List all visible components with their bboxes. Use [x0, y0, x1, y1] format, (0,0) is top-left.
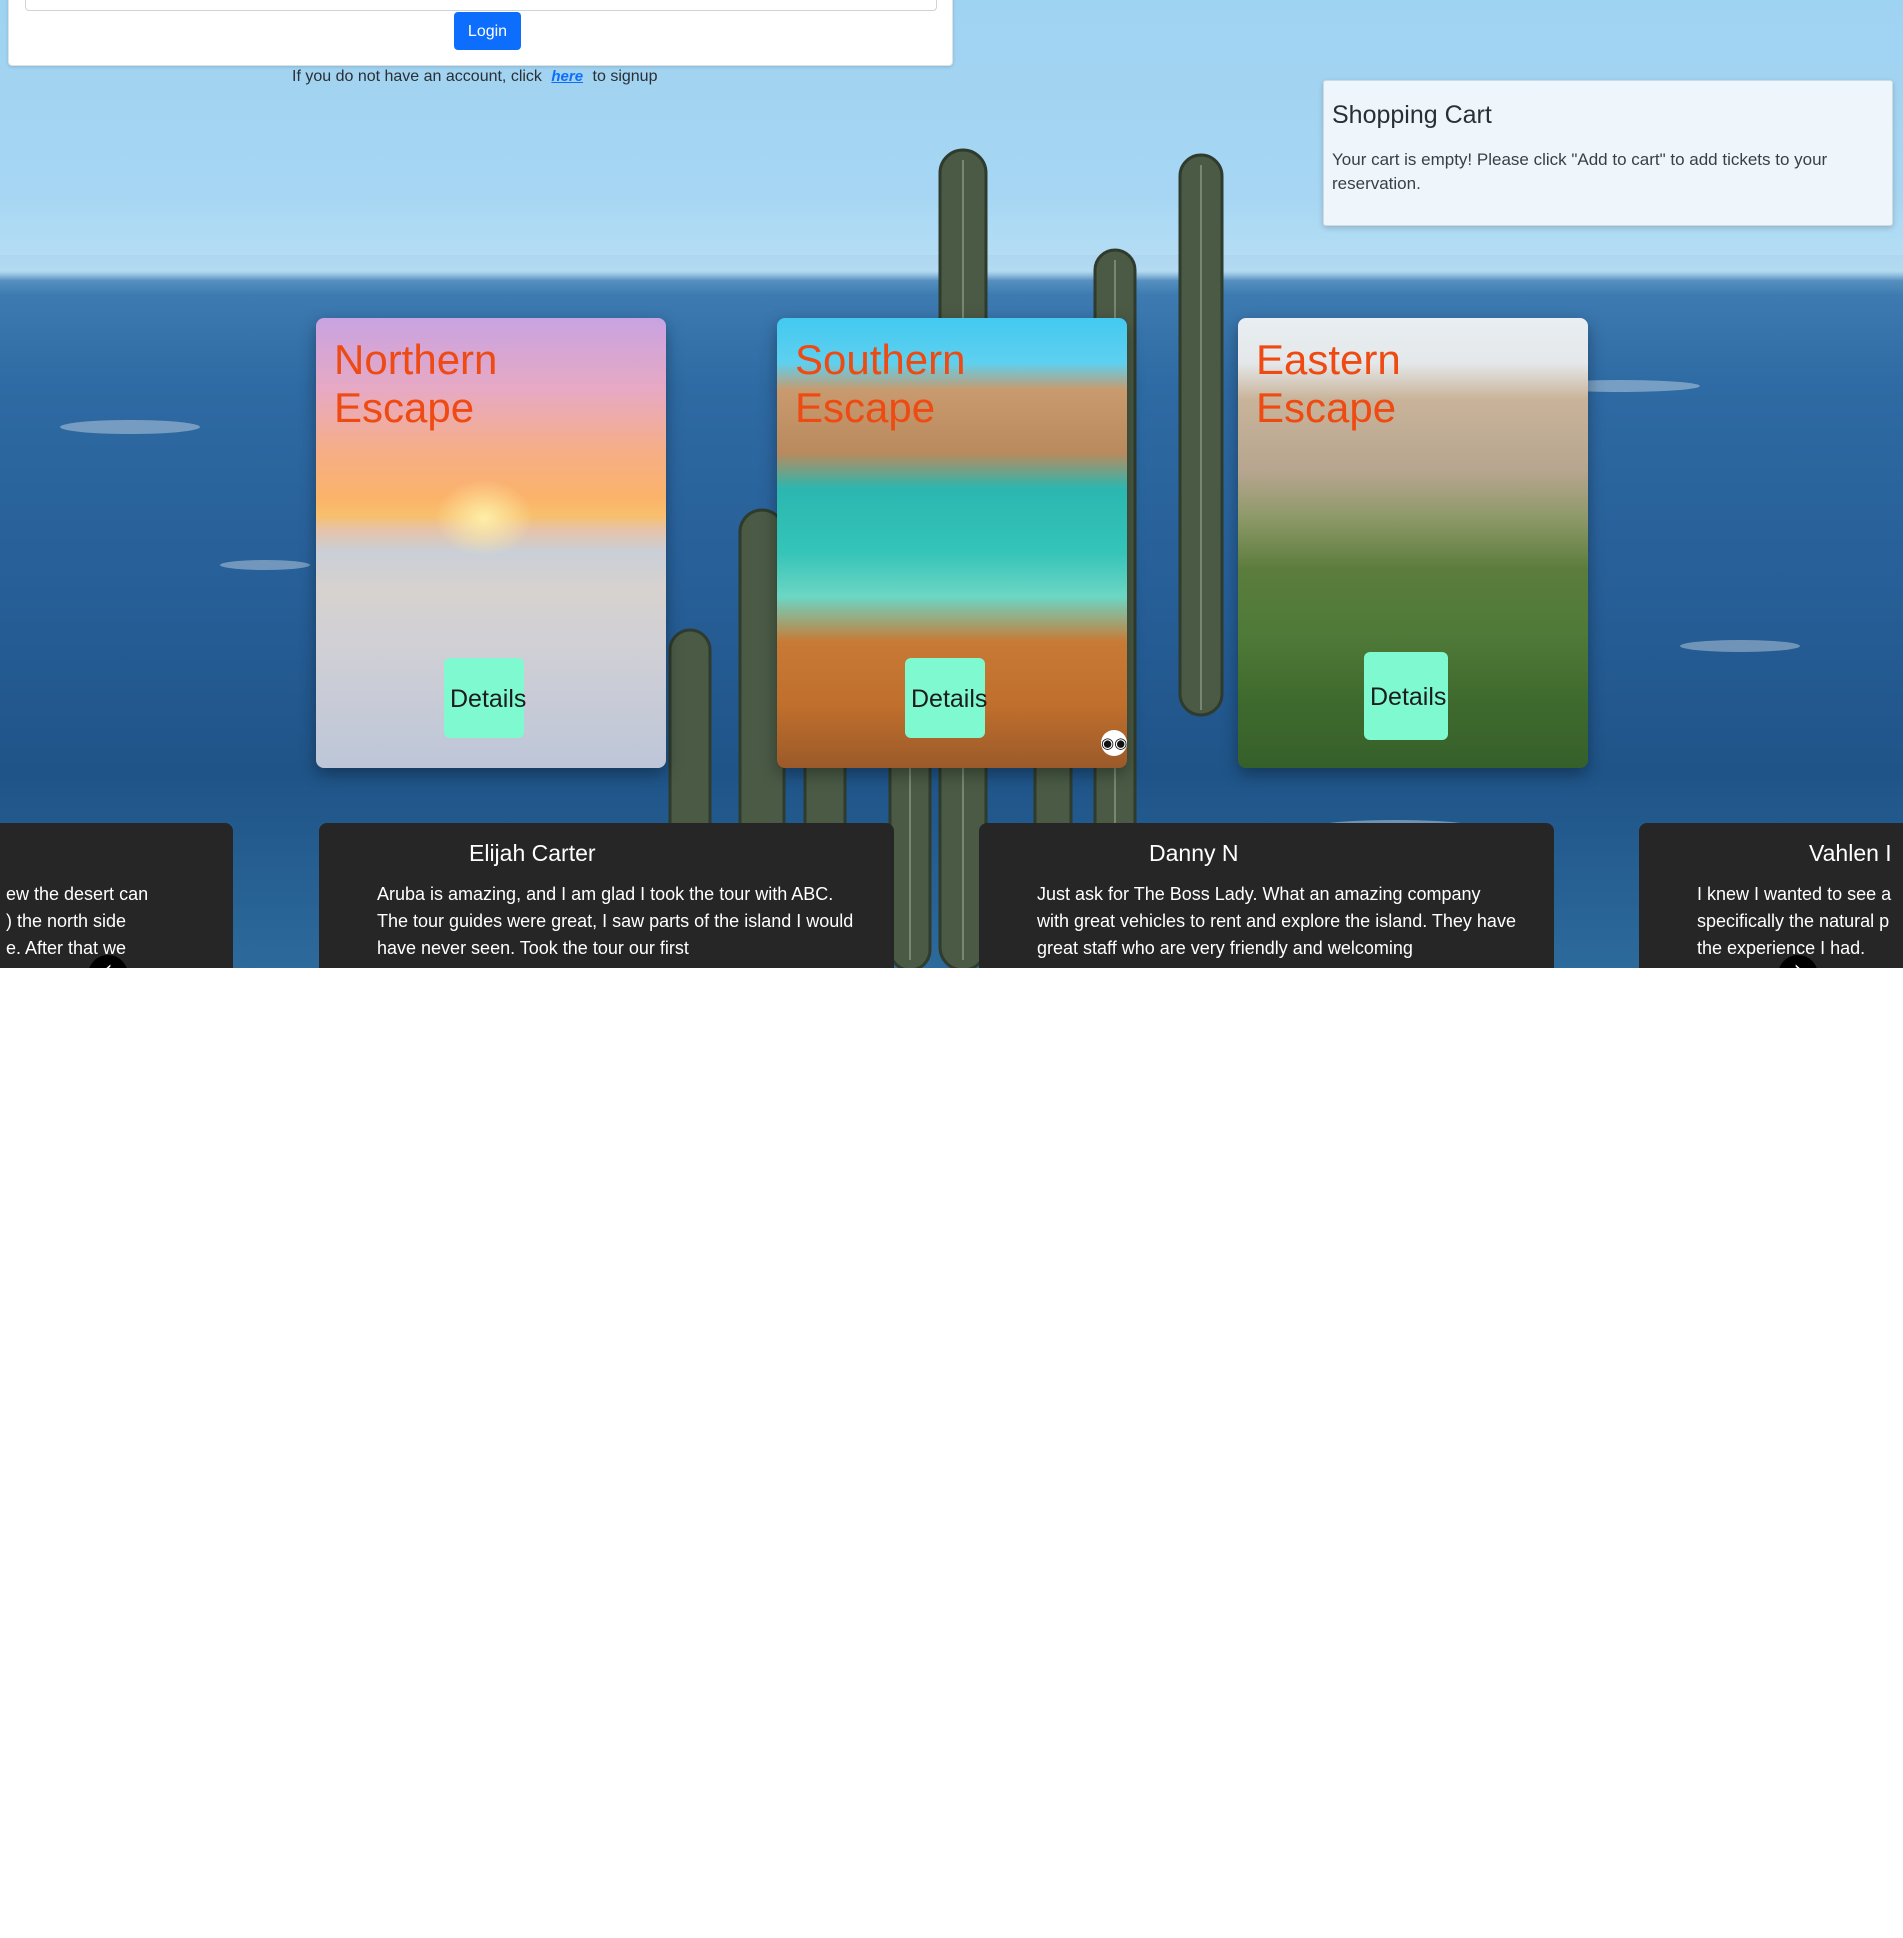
details-button[interactable]: Details [1364, 652, 1448, 740]
cart-title: Shopping Cart [1332, 101, 1492, 129]
review-text: ew the desert can ) the north side e. Af… [6, 884, 149, 958]
review-card: Vahlen I I knew I wanted to see a specif… [1639, 823, 1903, 968]
shopping-cart-panel: Shopping Cart Your cart is empty! Please… [1323, 80, 1893, 226]
reviewer-name: Danny N [1149, 840, 1239, 866]
reviews-carousel: ew the desert can ) the north side e. Af… [0, 823, 1903, 968]
password-input[interactable] [25, 0, 937, 11]
review-text: Aruba is amazing, and I am glad I took t… [377, 884, 854, 958]
signup-suffix: to signup [592, 68, 658, 85]
tour-card-southern-escape: Southern Escape Details ◉◉ [777, 318, 1127, 768]
tripadvisor-owl-icon: ◉◉ [1101, 730, 1127, 756]
login-panel: Login [8, 0, 953, 66]
signup-prefix: If you do not have an account, click [292, 68, 542, 85]
signup-link[interactable]: here [546, 68, 588, 85]
details-button[interactable]: Details [905, 658, 987, 738]
tour-title: Northern Escape [334, 336, 498, 431]
review-text: I knew I wanted to see a specifically th… [1697, 884, 1892, 958]
review-card: Danny N Just ask for The Boss Lady. What… [979, 823, 1554, 968]
cart-empty-message: Your cart is empty! Please click "Add to… [1332, 150, 1828, 193]
page: Login If you do not have an account, cli… [0, 0, 1903, 1938]
review-card: ew the desert can ) the north side e. Af… [0, 823, 233, 968]
tour-title: Eastern Escape [1256, 336, 1401, 431]
tour-card-northern-escape: Northern Escape Details [316, 318, 666, 768]
signup-prompt: If you do not have an account, click her… [292, 68, 657, 86]
reviewer-name: Vahlen I [1809, 840, 1892, 866]
review-text: Just ask for The Boss Lady. What an amaz… [1037, 884, 1516, 958]
login-button[interactable]: Login [454, 12, 521, 50]
tour-title: Southern Escape [795, 336, 966, 431]
reviewer-name: Elijah Carter [469, 840, 596, 866]
details-button[interactable]: Details [444, 658, 526, 738]
tour-card-eastern-escape: Eastern Escape Details [1238, 318, 1588, 768]
review-card: Elijah Carter Aruba is amazing, and I am… [319, 823, 894, 968]
